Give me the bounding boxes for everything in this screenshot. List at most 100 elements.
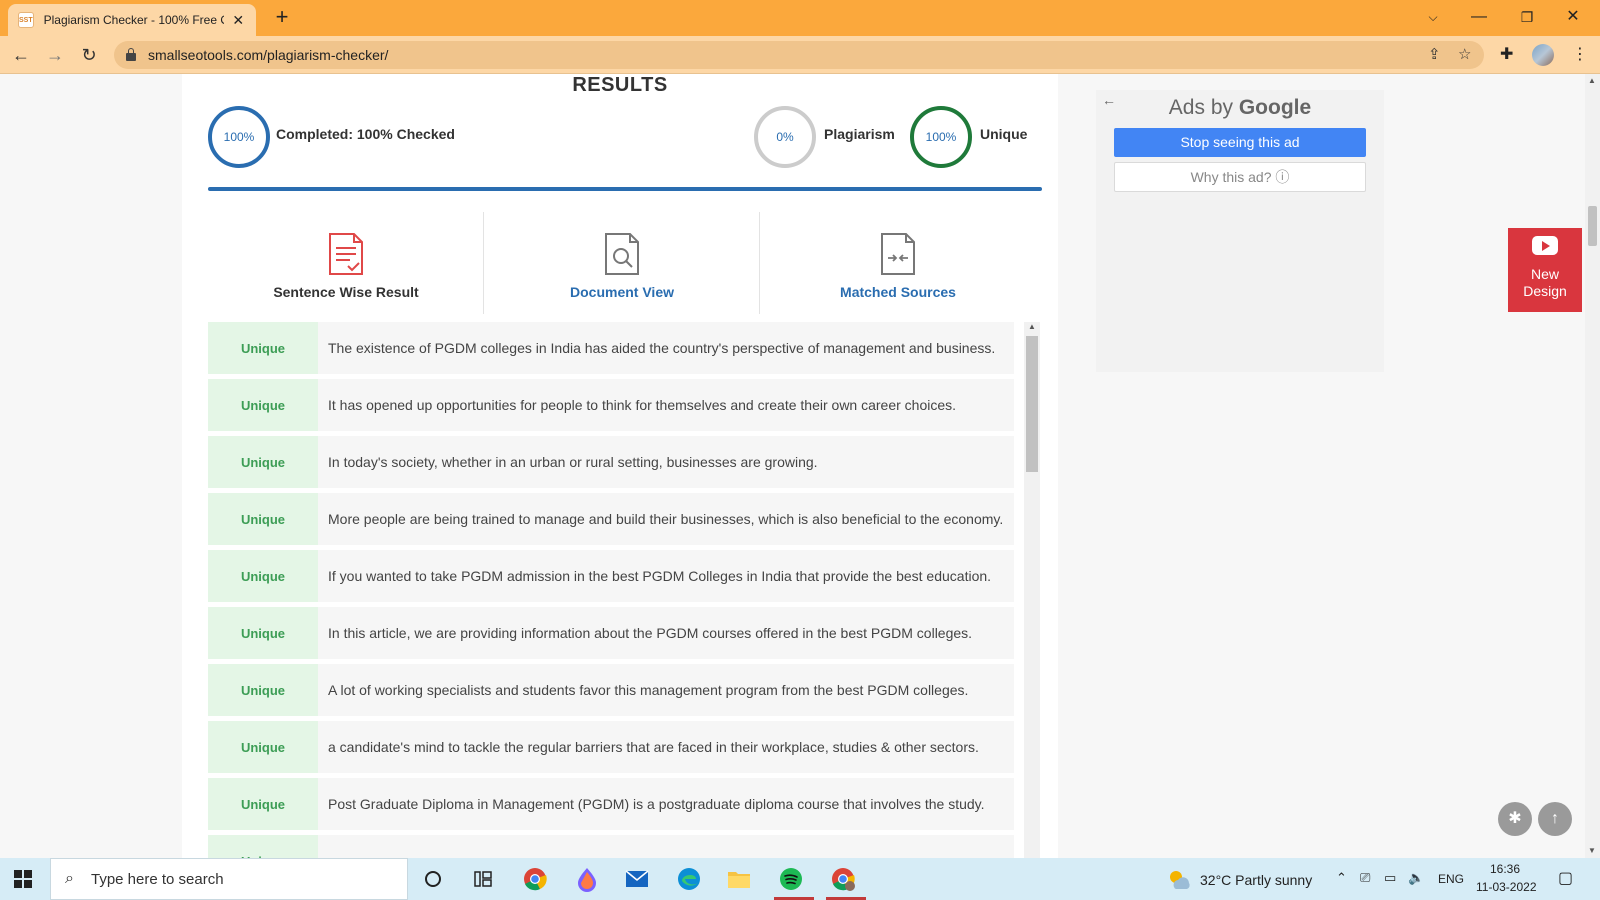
tab-title: Plagiarism Checker - 100% Free Online (43, 13, 225, 27)
sentence-text: A lot of working specialists and student… (328, 682, 969, 698)
tab-search-chevron-icon[interactable]: ⌵ (1410, 4, 1456, 30)
volume-muted-icon[interactable]: 🔈 (1408, 870, 1424, 886)
tab-matched-sources[interactable]: Matched Sources (760, 212, 1036, 314)
new-design-line2: Design (1523, 283, 1567, 299)
sentence-row[interactable]: Unique Post Graduate Diploma in Managemen… (208, 778, 1014, 830)
tray-chevron-up-icon[interactable]: ⌃ (1336, 870, 1347, 886)
sentence-row[interactable]: Unique In today's society, whether in an … (208, 436, 1014, 488)
browser-tab-bar: SST Plagiarism Checker - 100% Free Onlin… (0, 0, 1600, 36)
why-this-ad-button[interactable]: Why this ad? ⓘ (1114, 162, 1366, 192)
battery-icon[interactable]: ▭ (1384, 870, 1396, 886)
unique-status-badge: Unique (208, 607, 318, 659)
windows-taskbar: ⌕ Type here to search 32°C Partly sunny … (0, 858, 1600, 900)
sentence-text: It has opened up opportunities for peopl… (328, 397, 957, 413)
unique-status-badge: Unique (208, 664, 318, 716)
results-heading: RESULTS (572, 74, 668, 96)
weather-text[interactable]: 32°C Partly sunny (1200, 872, 1312, 888)
language-indicator[interactable]: ENG (1438, 872, 1464, 886)
sentence-row[interactable]: Unique More people are being trained to m… (208, 493, 1014, 545)
edge-icon[interactable] (676, 866, 702, 892)
plagiarism-label: Plagiarism (824, 126, 895, 142)
bug-report-icon[interactable]: ✱ (1498, 802, 1532, 836)
plagiarism-results-card: RESULTS 100% Completed: 100% Checked 0% … (182, 74, 1058, 858)
sentence-text: If you wanted to take PGDM admission in … (328, 568, 992, 584)
page-viewport: RESULTS 100% Completed: 100% Checked 0% … (0, 74, 1585, 858)
sentence-row[interactable]: Unique It has opened up opportunities for… (208, 379, 1014, 431)
forward-button[interactable]: → (42, 42, 68, 68)
tab-close-icon[interactable]: ✕ (230, 12, 246, 29)
unique-percent: 100% (925, 130, 957, 144)
share-icon[interactable]: ⇪ (1428, 45, 1441, 63)
plagiarism-ring: 0% (754, 106, 816, 168)
lock-icon (126, 48, 136, 61)
scroll-up-arrow-icon[interactable]: ▲ (1028, 322, 1036, 331)
scroll-to-top-button[interactable]: ↑ (1538, 802, 1572, 836)
sentence-row[interactable]: Unique a candidate's mind to tackle the r… (208, 721, 1014, 773)
document-view-label: Document View (570, 284, 674, 300)
taskbar-search-box[interactable]: ⌕ Type here to search (50, 858, 408, 900)
new-design-button[interactable]: New Design (1508, 228, 1582, 312)
restore-button[interactable]: ❐ (1504, 4, 1550, 30)
check-progress-bar (208, 187, 1042, 191)
minimize-button[interactable]: — (1456, 4, 1502, 30)
tab-sentence-wise-result[interactable]: Sentence Wise Result (208, 212, 484, 314)
sentence-result-list[interactable]: Unique The existence of PGDM colleges in … (208, 322, 1042, 858)
weather-partly-sunny-icon[interactable] (1166, 867, 1192, 893)
close-window-button[interactable]: ✕ (1550, 4, 1596, 30)
back-button[interactable]: ← (8, 42, 34, 68)
matched-sources-label: Matched Sources (840, 284, 956, 300)
paint-3d-icon[interactable] (574, 866, 600, 892)
page-scrollbar[interactable]: ▲ ▼ (1585, 74, 1600, 858)
chrome-profile-icon[interactable] (830, 866, 856, 892)
task-view-icon[interactable] (470, 866, 496, 892)
page-scroll-down-icon[interactable]: ▼ (1588, 846, 1596, 855)
clock-date[interactable]: 11-03-2022 (1476, 880, 1537, 894)
unique-status-badge: Unique (208, 550, 318, 602)
cortana-icon[interactable] (420, 866, 446, 892)
document-search-icon (605, 233, 639, 275)
search-icon: ⌕ (65, 870, 74, 887)
sentence-text (328, 835, 1008, 858)
spotify-icon[interactable] (778, 866, 804, 892)
page-scroll-up-icon[interactable]: ▲ (1588, 76, 1596, 85)
chrome-icon[interactable] (522, 866, 548, 892)
new-tab-button[interactable]: + (270, 6, 294, 30)
unique-status-badge: Unique (208, 835, 318, 858)
stop-seeing-ad-button[interactable]: Stop seeing this ad (1114, 128, 1366, 157)
notifications-icon[interactable]: ▢ (1558, 868, 1573, 888)
chrome-menu-icon[interactable]: ⋮ (1572, 44, 1588, 64)
sentence-row[interactable]: Unique (208, 835, 1014, 858)
list-scroll-thumb[interactable] (1026, 336, 1038, 472)
unique-ring: 100% (910, 106, 972, 168)
reload-button[interactable]: ↻ (76, 42, 102, 68)
sentence-row[interactable]: Unique If you wanted to take PGDM admissi… (208, 550, 1014, 602)
network-icon[interactable]: ⎚ (1360, 870, 1370, 886)
sentence-row[interactable]: Unique A lot of working specialists and s… (208, 664, 1014, 716)
windows-start-icon[interactable] (14, 870, 32, 888)
sentence-row[interactable]: Unique The existence of PGDM colleges in … (208, 322, 1014, 374)
url-text[interactable]: smallseotools.com/plagiarism-checker/ (148, 47, 388, 63)
completed-label: Completed: 100% Checked (276, 126, 455, 142)
list-scrollbar[interactable]: ▲ (1024, 322, 1040, 858)
unique-status-badge: Unique (208, 721, 318, 773)
sentence-wise-label: Sentence Wise Result (273, 284, 419, 300)
profile-avatar[interactable] (1532, 44, 1554, 66)
unique-status-badge: Unique (208, 322, 318, 374)
address-bar[interactable]: smallseotools.com/plagiarism-checker/ ⇪ … (114, 41, 1484, 69)
sentence-text: a candidate's mind to tackle the regular… (328, 739, 979, 755)
extensions-puzzle-icon[interactable]: ✚ (1500, 44, 1513, 64)
google-text: Google (1238, 96, 1312, 119)
unique-status-badge: Unique (208, 379, 318, 431)
mail-icon[interactable] (624, 866, 650, 892)
clock-time[interactable]: 16:36 (1490, 862, 1520, 876)
bookmark-star-icon[interactable]: ☆ (1458, 45, 1471, 63)
page-scroll-thumb[interactable] (1588, 206, 1597, 246)
tab-document-view[interactable]: Document View (484, 212, 760, 314)
ads-by-google: Ads by Google (1096, 96, 1384, 120)
file-explorer-icon[interactable] (726, 866, 752, 892)
ads-by-text: Ads by (1168, 96, 1233, 119)
sentence-text: More people are being trained to manage … (328, 511, 1004, 527)
browser-tab-active[interactable]: SST Plagiarism Checker - 100% Free Onlin… (8, 4, 256, 36)
sentence-text: In today's society, whether in an urban … (328, 454, 818, 470)
sentence-row[interactable]: Unique In this article, we are providing … (208, 607, 1014, 659)
